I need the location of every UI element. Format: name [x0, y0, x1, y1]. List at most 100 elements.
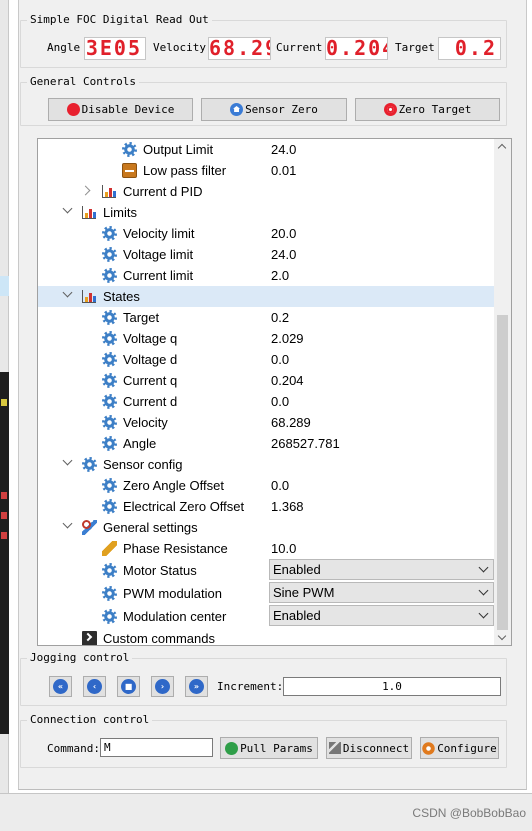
- fast-forward-button[interactable]: »: [185, 676, 208, 697]
- disable-device-button[interactable]: Disable Device: [48, 98, 193, 121]
- gears-icon: [422, 741, 436, 755]
- disconnect-button[interactable]: Disconnect: [326, 737, 412, 759]
- increment-input[interactable]: 1.0: [283, 677, 501, 696]
- motor-status-value: Enabled: [273, 562, 321, 577]
- tree-row-value[interactable]: 0.0: [271, 478, 289, 493]
- tree-row-zero-angle-offset[interactable]: Zero Angle Offset 0.0: [38, 475, 494, 496]
- parameter-tree[interactable]: Output Limit 24.0 Low pass filter 0.01 C…: [37, 138, 512, 646]
- tree-row-value[interactable]: 24.0: [271, 142, 296, 157]
- tree-row-name: General settings: [103, 520, 198, 535]
- tree-row-value[interactable]: 0.0: [271, 394, 289, 409]
- tree-row-value[interactable]: 24.0: [271, 247, 296, 262]
- tree-row-angle[interactable]: Angle 268527.781: [38, 433, 494, 454]
- chevron-down-icon[interactable]: [62, 455, 73, 466]
- tree-row-target[interactable]: Target 0.2: [38, 307, 494, 328]
- tree-row-low-pass-filter[interactable]: Low pass filter 0.01: [38, 160, 494, 181]
- tree-row-name: Velocity: [123, 415, 168, 430]
- tree-row-name: Voltage limit: [123, 247, 194, 262]
- current-display: 0.204: [325, 37, 388, 60]
- configure-button[interactable]: Configure: [420, 737, 499, 759]
- tree-row-current-q[interactable]: Current q 0.204: [38, 370, 494, 391]
- tree-row-output-limit[interactable]: Output Limit 24.0: [38, 139, 494, 160]
- gear-icon: [102, 268, 117, 283]
- forward-button[interactable]: ›: [151, 676, 174, 697]
- tree-row-custom-commands[interactable]: Custom commands: [38, 628, 494, 646]
- tree-row-velocity[interactable]: Velocity 68.289: [38, 412, 494, 433]
- tree-row-modulation-center[interactable]: Modulation center Enabled: [38, 605, 494, 628]
- tree-row-value[interactable]: 2.0: [271, 268, 289, 283]
- tree-row-voltage-d[interactable]: Voltage d 0.0: [38, 349, 494, 370]
- tree-row-value[interactable]: 20.0: [271, 226, 296, 241]
- tree-row-pwm-modulation[interactable]: PWM modulation Sine PWM: [38, 582, 494, 605]
- forward-icon: ›: [155, 679, 170, 694]
- scrollbar-thumb[interactable]: [497, 315, 508, 630]
- tree-row-states[interactable]: States: [38, 286, 494, 307]
- command-label: Command:: [47, 742, 100, 755]
- tree-row-value[interactable]: 2.029: [271, 331, 304, 346]
- gear-icon: [122, 142, 137, 157]
- tree-row-value[interactable]: 10.0: [271, 541, 296, 556]
- scroll-down-icon[interactable]: [497, 631, 507, 641]
- tree-row-value[interactable]: 0.0: [271, 352, 289, 367]
- disable-device-label: Disable Device: [81, 103, 175, 116]
- background-dark-panel: [0, 372, 9, 734]
- tree-row-value[interactable]: 0.2: [271, 310, 289, 325]
- tree-row-value[interactable]: 1.368: [271, 499, 304, 514]
- chevron-down-icon[interactable]: [62, 203, 73, 214]
- tree-row-value[interactable]: 268527.781: [271, 436, 340, 451]
- chevron-down-icon: [478, 585, 489, 596]
- configure-label: Configure: [437, 741, 497, 755]
- motor-status-select[interactable]: Enabled: [269, 559, 494, 580]
- pen-icon: [102, 541, 117, 556]
- tree-row-electrical-zero-offset[interactable]: Electrical Zero Offset 1.368: [38, 496, 494, 517]
- target-icon: [383, 103, 397, 116]
- tree-row-value[interactable]: 0.204: [271, 373, 304, 388]
- watermark: CSDN @BobBobBao: [412, 806, 526, 820]
- tree-row-name: Voltage q: [123, 331, 178, 346]
- gear-icon: [102, 247, 117, 262]
- tree-row-value[interactable]: 68.289: [271, 415, 311, 430]
- tree-row-limits[interactable]: Limits: [38, 202, 494, 223]
- tree-row-current-limit[interactable]: Current limit 2.0: [38, 265, 494, 286]
- chevron-down-icon[interactable]: [62, 287, 73, 298]
- modulation-center-select[interactable]: Enabled: [269, 605, 494, 626]
- tree-row-motor-status[interactable]: Motor Status Enabled: [38, 559, 494, 582]
- tree-row-name: Limits: [103, 205, 137, 220]
- tree-row-value[interactable]: 0.01: [271, 163, 296, 178]
- terminal-icon: [82, 631, 97, 645]
- general-controls-title: General Controls: [27, 75, 139, 88]
- gear-icon: [102, 310, 117, 325]
- tree-row-current-d[interactable]: Current d 0.0: [38, 391, 494, 412]
- tree-row-name: Zero Angle Offset: [123, 478, 224, 493]
- stop-button[interactable]: ■: [117, 676, 140, 697]
- zero-target-button[interactable]: Zero Target: [355, 98, 500, 121]
- fast-reverse-button[interactable]: «: [49, 676, 72, 697]
- tree-row-velocity-limit[interactable]: Velocity limit 20.0: [38, 223, 494, 244]
- gear-icon: [82, 457, 97, 472]
- chevron-down-icon[interactable]: [62, 518, 73, 529]
- scroll-up-icon[interactable]: [497, 143, 507, 153]
- chart-icon: [82, 206, 96, 219]
- command-input[interactable]: M: [100, 738, 213, 757]
- current-label: Current: [276, 41, 323, 54]
- pwm-modulation-select[interactable]: Sine PWM: [269, 582, 494, 603]
- tree-row-phase-resistance[interactable]: Phase Resistance 10.0: [38, 538, 494, 559]
- zero-target-label: Zero Target: [398, 103, 472, 116]
- tree-row-voltage-q[interactable]: Voltage q 2.029: [38, 328, 494, 349]
- chevron-right-icon[interactable]: [80, 185, 91, 196]
- tree-row-general-settings[interactable]: General settings: [38, 517, 494, 538]
- tree-scrollbar[interactable]: [494, 139, 511, 645]
- tree-row-name: States: [103, 289, 140, 304]
- background-window-edge: [0, 0, 9, 831]
- sensor-zero-button[interactable]: Sensor Zero: [201, 98, 347, 121]
- tree-row-voltage-limit[interactable]: Voltage limit 24.0: [38, 244, 494, 265]
- tree-row-name: Custom commands: [103, 631, 215, 646]
- gear-icon: [102, 331, 117, 346]
- reverse-button[interactable]: ‹: [83, 676, 106, 697]
- tree-row-sensor-config[interactable]: Sensor config: [38, 454, 494, 475]
- tree-row-current-d-pid[interactable]: Current d PID: [38, 181, 494, 202]
- digital-readout-title: Simple FOC Digital Read Out: [27, 13, 212, 26]
- pull-params-button[interactable]: Pull Params: [220, 737, 318, 759]
- tree-row-name: Motor Status: [123, 563, 197, 578]
- tree-row-name: Output Limit: [143, 142, 214, 157]
